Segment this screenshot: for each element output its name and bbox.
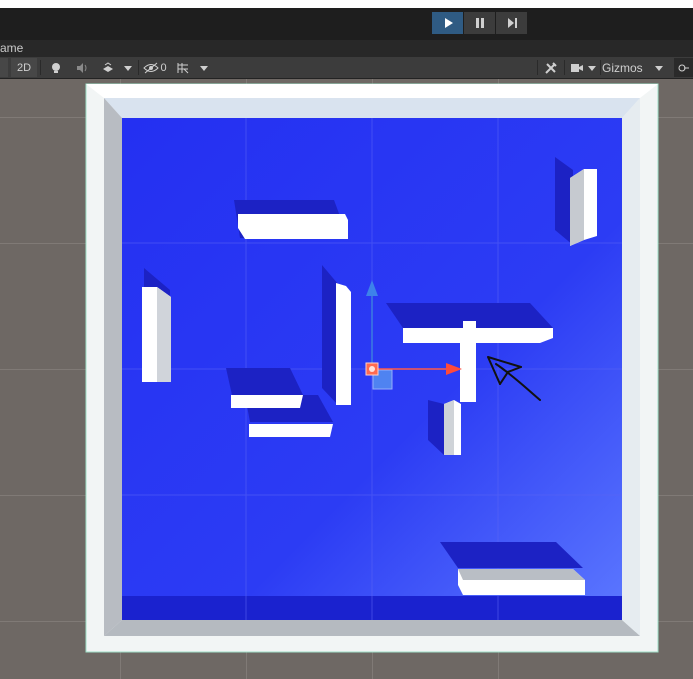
wall-obstacle-side	[157, 287, 171, 382]
wall-obstacle-side	[444, 400, 454, 455]
wall-obstacle[interactable]	[231, 395, 303, 408]
wall-obstacle[interactable]	[249, 424, 333, 437]
wall-obstacle-side	[570, 169, 584, 246]
wall-obstacle[interactable]	[238, 214, 348, 239]
arena-wall-left-inner	[104, 98, 122, 636]
arena-wall-bottom-inner	[104, 620, 640, 636]
scene-render	[85, 83, 659, 653]
gizmo-pivot	[369, 366, 375, 372]
arena-wall-top	[86, 84, 658, 98]
arena-wall-right-inner	[622, 98, 640, 636]
wall-obstacle[interactable]	[336, 283, 351, 405]
arena-wall-top-inner	[104, 98, 640, 118]
wall-obstacle-top	[458, 569, 585, 580]
